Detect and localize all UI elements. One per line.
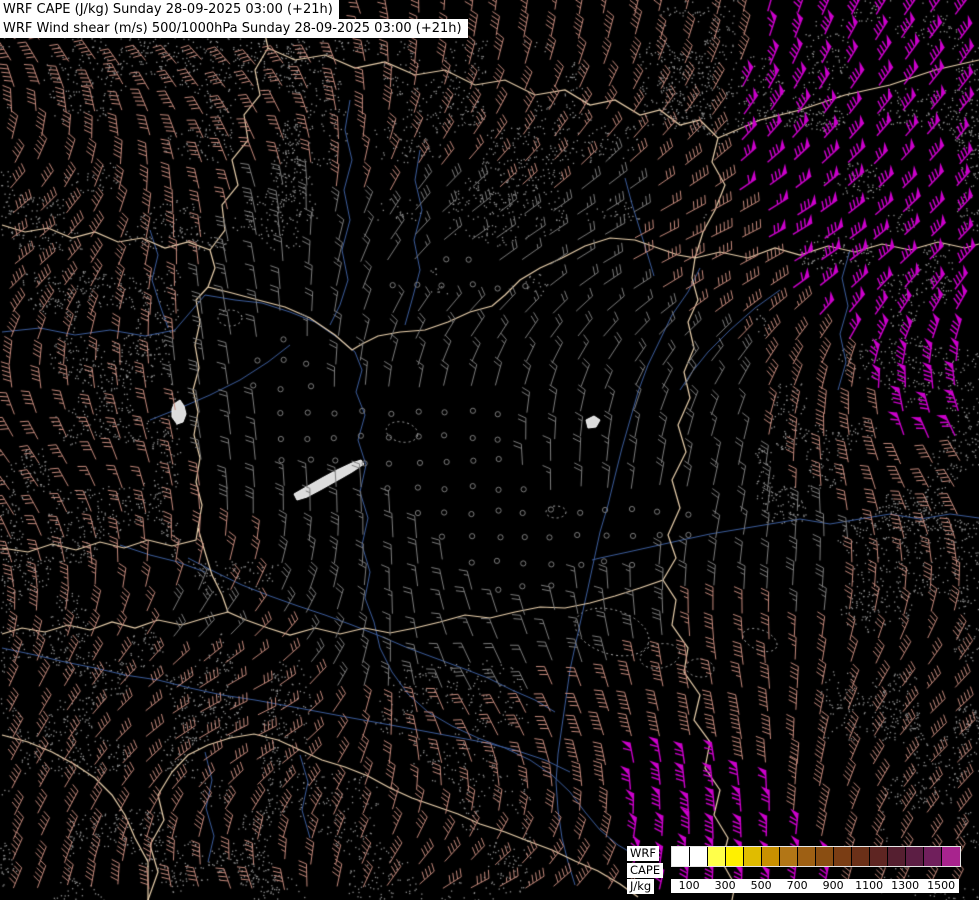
legend-param-label: CAPE: [627, 862, 664, 878]
legend-unit-label: J/kg: [627, 879, 655, 894]
legend-scale: 100 300 500 700 900 1100 1300 1500: [671, 846, 962, 894]
legend-tick-label: 1500: [927, 879, 956, 892]
legend-tick-label: 1300: [891, 879, 920, 892]
legend-swatch: [870, 847, 889, 866]
legend-swatch: [744, 847, 763, 866]
legend-swatch: [852, 847, 871, 866]
legend-swatch: [942, 847, 961, 866]
legend-swatch: [690, 847, 709, 866]
legend-tick-label: 100: [678, 879, 700, 892]
legend-swatch: [924, 847, 943, 866]
title-cape: WRF CAPE (J/kg) Sunday 28-09-2025 03:00 …: [0, 0, 339, 19]
legend-labels: WRF CAPE J/kg: [627, 846, 664, 894]
title-wind-shear: WRF Wind shear (m/s) 500/1000hPa Sunday …: [0, 19, 468, 38]
legend-swatch: [798, 847, 817, 866]
weather-map: WRF CAPE (J/kg) Sunday 28-09-2025 03:00 …: [0, 0, 979, 900]
legend-swatch: [906, 847, 925, 866]
legend-swatch: [834, 847, 853, 866]
legend-swatch: [816, 847, 835, 866]
legend-swatch: [780, 847, 799, 866]
map-titles: WRF CAPE (J/kg) Sunday 28-09-2025 03:00 …: [0, 0, 468, 38]
legend-swatch: [726, 847, 745, 866]
legend-tick-label: 500: [750, 879, 772, 892]
legend-tick-label: 700: [786, 879, 808, 892]
legend-swatch: [672, 847, 691, 866]
cape-legend: WRF CAPE J/kg 100 300 500 700 900 1100 1300 150…: [627, 846, 962, 894]
legend-tick-label: 900: [822, 879, 844, 892]
legend-tick-label: 300: [714, 879, 736, 892]
legend-colorbar: [671, 846, 962, 867]
legend-tick-label: 1100: [855, 879, 884, 892]
legend-swatch: [762, 847, 781, 866]
legend-swatch: [708, 847, 727, 866]
weather-map-canvas: [0, 0, 979, 900]
legend-scale-labels: 100 300 500 700 900 1100 1300 1500: [671, 879, 960, 893]
legend-swatch: [888, 847, 907, 866]
legend-model-label: WRF: [627, 846, 659, 861]
